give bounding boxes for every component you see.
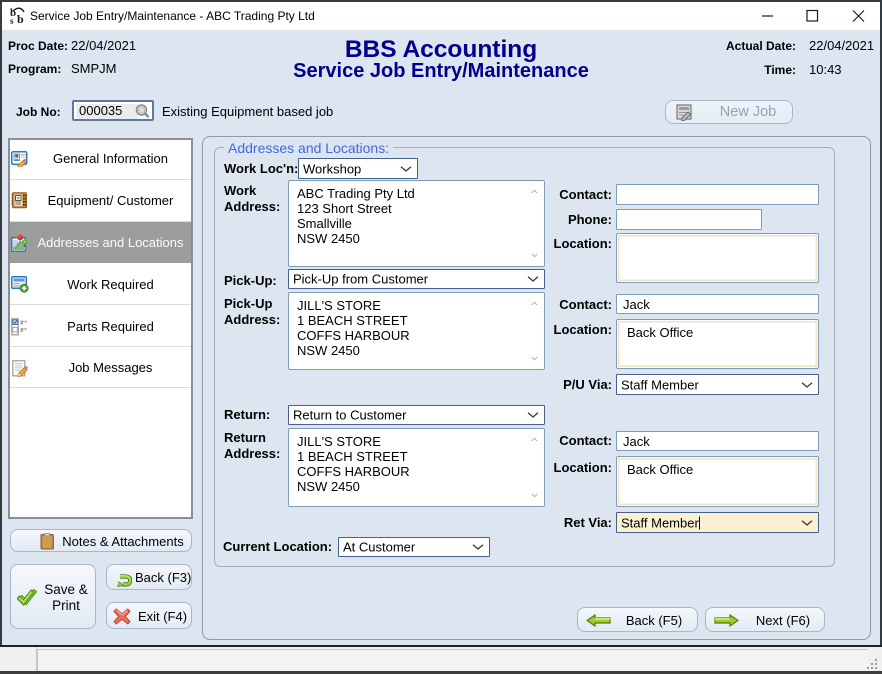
svg-text:b: b <box>17 12 24 25</box>
svg-text:s: s <box>10 16 14 25</box>
